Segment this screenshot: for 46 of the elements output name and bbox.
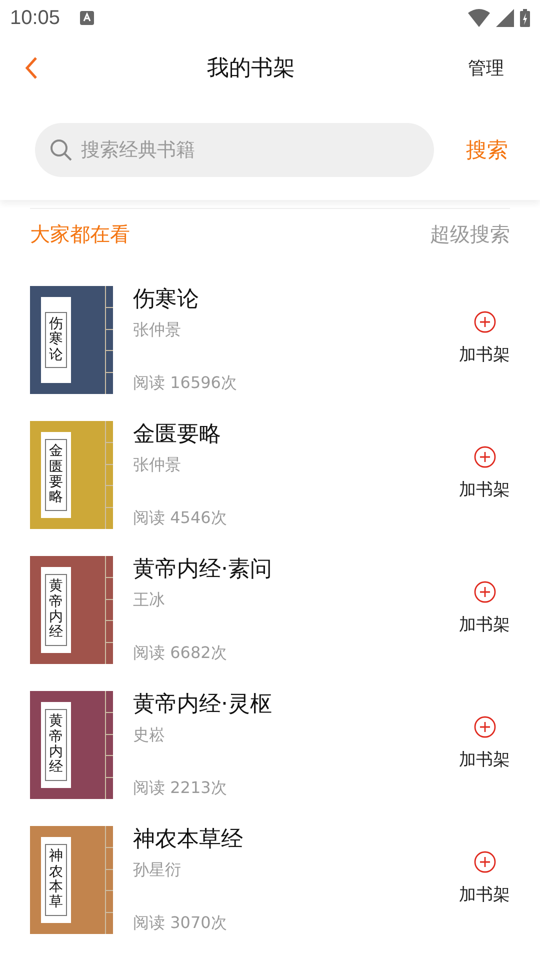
read-count: 阅读 2213次 [133,778,228,799]
cover-title: 金匮要略 [45,439,67,511]
battery-icon [520,9,530,27]
keyboard-icon [80,11,94,25]
cover-title: 黄帝内经 [45,574,67,646]
book-title[interactable]: 伤寒论 [133,286,459,314]
add-to-shelf-button[interactable]: 加书架 [459,310,510,366]
back-icon[interactable] [24,56,38,80]
book-cover[interactable]: 黄帝内经 [30,691,113,799]
read-count: 阅读 6682次 [133,643,228,664]
book-cover[interactable]: 黄帝内经 [30,556,113,664]
plus-circle-icon [474,850,496,872]
cover-title: 神农本草 [45,844,67,916]
add-to-shelf-button[interactable]: 加书架 [459,850,510,906]
page-title: 我的书架 [207,55,295,83]
read-count: 阅读 3070次 [133,913,228,934]
read-count: 阅读 16596次 [133,373,238,394]
plus-circle-icon [474,716,496,738]
wifi-icon [468,9,490,27]
book-author: 史崧 [133,725,166,746]
book-author: 张仲景 [133,320,182,341]
read-count: 阅读 4546次 [133,508,228,529]
cover-title: 黄帝内经 [45,709,67,781]
book-title[interactable]: 金匮要略 [133,421,459,449]
book-author: 孙星衍 [133,860,182,881]
book-title[interactable]: 黄帝内经·素问 [133,556,459,584]
book-title[interactable]: 神农本草经 [133,826,459,854]
add-to-shelf-button[interactable]: 加书架 [459,580,510,636]
search-icon [49,138,73,162]
plus-circle-icon [474,580,496,602]
manage-button[interactable]: 管理 [464,52,508,84]
book-cover[interactable]: 金匮要略 [30,421,113,529]
book-cover[interactable]: 伤寒论 [30,286,113,394]
section-title: 大家都在看 [30,220,130,248]
add-to-shelf-button[interactable]: 加书架 [459,716,510,770]
status-time: 10:05 [10,6,60,30]
plus-circle-icon [474,446,496,468]
cover-title: 伤寒论 [45,312,67,368]
search-field[interactable]: 搜索经典书籍 [35,123,434,177]
book-title[interactable]: 黄帝内经·灵枢 [133,691,459,719]
signal-icon [496,9,514,27]
book-author: 王冰 [133,590,166,611]
book-author: 张仲景 [133,455,182,476]
add-to-shelf-button[interactable]: 加书架 [459,446,510,500]
book-cover[interactable]: 神农本草 [30,826,113,934]
plus-circle-icon [474,310,496,332]
